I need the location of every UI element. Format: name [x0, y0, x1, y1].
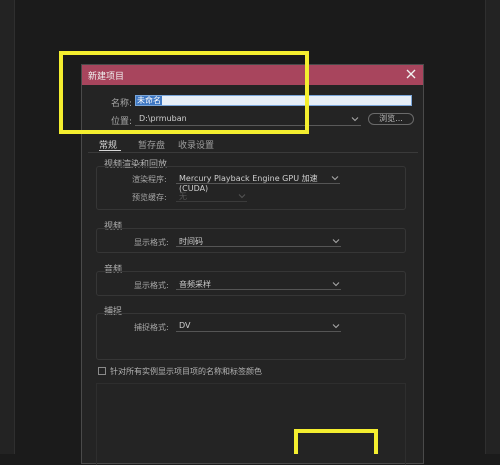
tab-ingest-settings[interactable]: 收录设置 — [178, 138, 214, 151]
browse-button[interactable]: 浏览... — [368, 113, 414, 125]
chevron-down-icon — [351, 117, 359, 122]
renderer-value: Mercury Playback Engine GPU 加速 (CUDA) — [179, 174, 318, 193]
preview-cache-dropdown[interactable]: 无 — [176, 191, 247, 202]
video-group: 显示格式: 时间码 — [96, 228, 406, 253]
audio-display-format-dropdown[interactable]: 音频采样 — [176, 279, 341, 290]
close-icon[interactable] — [404, 67, 418, 81]
chevron-down-icon — [332, 324, 340, 329]
video-display-format-value: 时间码 — [179, 237, 203, 246]
annotation-highlight-bottom — [294, 429, 378, 454]
tab-divider — [88, 152, 418, 153]
audio-group: 显示格式: 音频采样 — [96, 271, 406, 296]
show-label-color-label: 针对所有实例显示项目项的名称和标签颜色 — [110, 367, 262, 376]
preview-cache-value: 无 — [179, 192, 187, 201]
background-panel-right — [485, 0, 500, 454]
capture-format-label: 捕捉格式: — [134, 323, 169, 332]
chevron-down-icon — [238, 194, 246, 199]
renderer-label: 渲染程序: — [132, 175, 167, 184]
audio-display-format-label: 显示格式: — [134, 281, 169, 290]
capture-format-dropdown[interactable]: DV — [176, 321, 341, 332]
capture-group: 捕捉格式: DV — [96, 313, 406, 360]
renderer-dropdown[interactable]: Mercury Playback Engine GPU 加速 (CUDA) — [176, 173, 340, 193]
chevron-down-icon — [331, 176, 339, 181]
video-render-group: 渲染程序: Mercury Playback Engine GPU 加速 (CU… — [96, 166, 406, 210]
annotation-highlight-top — [59, 51, 309, 134]
show-label-color-checkbox[interactable] — [98, 367, 106, 375]
preview-cache-label: 预览缓存: — [132, 193, 167, 202]
active-tab-indicator — [99, 150, 121, 151]
background-panel-left — [0, 0, 15, 454]
capture-format-value: DV — [179, 321, 191, 330]
chevron-down-icon — [332, 282, 340, 287]
audio-display-format-value: 音频采样 — [179, 280, 211, 289]
video-display-format-dropdown[interactable]: 时间码 — [176, 236, 341, 247]
tab-scratch-disks[interactable]: 暂存盘 — [138, 138, 165, 151]
chevron-down-icon — [332, 239, 340, 244]
video-display-format-label: 显示格式: — [134, 238, 169, 247]
